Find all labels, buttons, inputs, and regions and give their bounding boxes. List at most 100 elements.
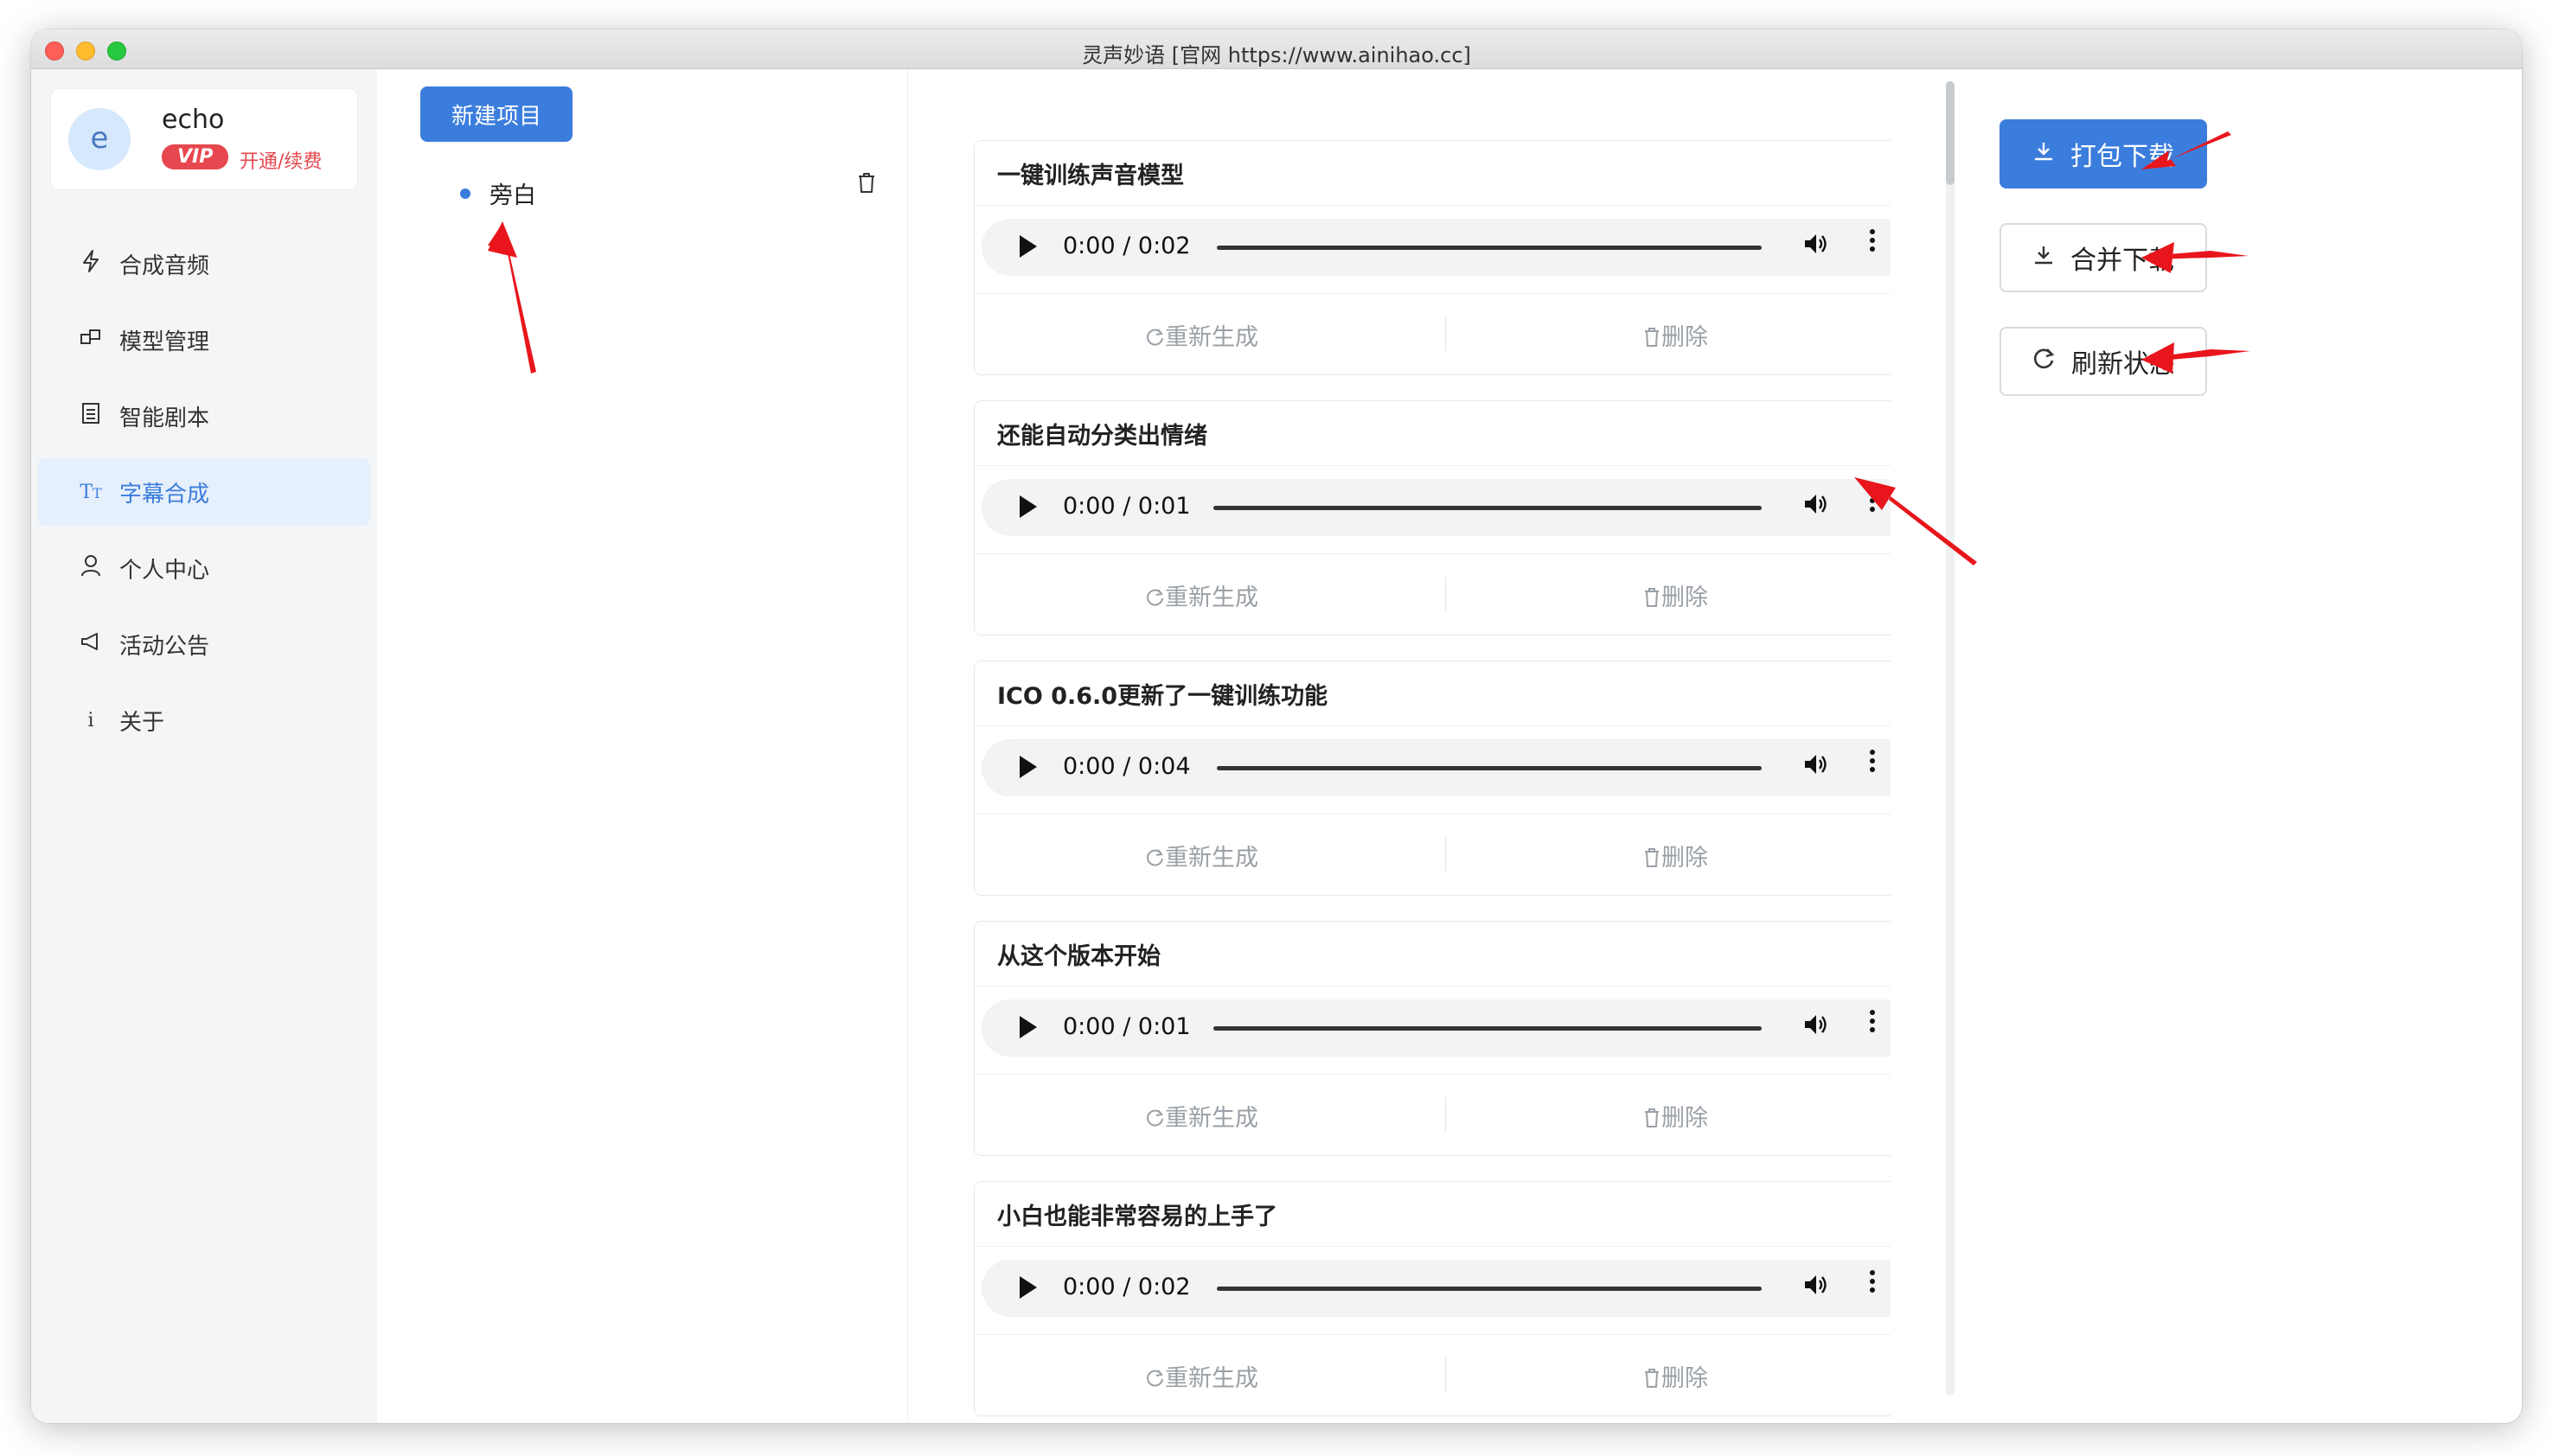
pack-download-button[interactable]: 打包下载	[2000, 119, 2207, 188]
sidebar-item-label: 合成音频	[119, 252, 210, 279]
segment-list: 一键训练声音模型 1 0:00 / 0:02 重新生成 删除 还能自动分类出情绪…	[939, 69, 1891, 1423]
lightning-icon	[78, 250, 104, 278]
sidebar-item-label: 字幕合成	[119, 481, 210, 508]
delete-button[interactable]: 删除	[1642, 1359, 1708, 1393]
project-label: 旁白	[489, 182, 536, 209]
project-dot	[460, 188, 470, 199]
renew-link[interactable]: 开通/续费	[240, 146, 322, 174]
play-icon[interactable]	[1020, 1016, 1037, 1038]
segment-title: 一键训练声音模型	[997, 163, 1184, 189]
regenerate-button[interactable]: 重新生成	[1144, 318, 1258, 352]
segment-actions: 重新生成 删除	[975, 814, 1891, 897]
divider	[975, 725, 1891, 726]
audio-player: 0:00 / 0:02	[982, 1260, 1891, 1317]
user-card[interactable]: e echo VIP 开通/续费	[50, 88, 358, 190]
sidebar-item-announcements[interactable]: 活动公告	[38, 610, 370, 678]
more-options-icon[interactable]	[1869, 748, 1876, 781]
sidebar-item-smart-script[interactable]: 智能剧本	[38, 382, 370, 450]
download-icon	[2032, 140, 2055, 169]
sidebar-item-about[interactable]: i 关于	[38, 686, 370, 754]
divider	[1445, 1097, 1446, 1132]
merge-download-label: 合并下载	[2070, 246, 2174, 276]
divider	[1445, 837, 1446, 872]
merge-download-button[interactable]: 合并下载	[2000, 223, 2207, 292]
audio-time: 0:00 / 0:01	[1063, 1013, 1191, 1040]
vip-badge: VIP	[162, 144, 229, 169]
delete-button[interactable]: 删除	[1642, 839, 1708, 872]
segment-card: 小白也能非常容易的上手了 5 0:00 / 0:02 重新生成 删除	[974, 1181, 1891, 1416]
more-options-icon[interactable]	[1869, 1268, 1876, 1301]
refresh-icon	[1147, 329, 1163, 346]
regenerate-button[interactable]: 重新生成	[1144, 1359, 1258, 1393]
avatar[interactable]: e	[68, 108, 131, 170]
segment-card: 从这个版本开始 4 0:00 / 0:01 重新生成 删除	[974, 921, 1891, 1156]
megaphone-icon	[78, 631, 104, 657]
divider	[975, 465, 1891, 466]
scrollbar-thumb[interactable]	[1946, 81, 1955, 185]
play-icon[interactable]	[1020, 235, 1037, 258]
sidebar-item-synthesize-audio[interactable]: 合成音频	[38, 230, 370, 297]
sidebar-item-label: 个人中心	[119, 557, 210, 584]
audio-player: 0:00 / 0:02	[982, 219, 1891, 276]
segment-actions: 重新生成 删除	[975, 1334, 1891, 1417]
more-options-icon[interactable]	[1869, 488, 1876, 520]
info-icon: i	[87, 709, 94, 731]
play-icon[interactable]	[1020, 1276, 1037, 1299]
audio-time: 0:00 / 0:04	[1063, 753, 1191, 780]
project-panel: 新建项目 旁白	[377, 69, 908, 1423]
volume-icon[interactable]	[1803, 752, 1829, 783]
refresh-icon	[1147, 589, 1163, 606]
segment-actions: 重新生成 删除	[975, 553, 1891, 636]
text-icon: TT	[80, 481, 102, 503]
title-bar: 灵声妙语 [官网 https://www.ainihao.cc]	[31, 29, 2522, 69]
model-icon	[78, 328, 104, 352]
sidebar-item-model-management[interactable]: 模型管理	[38, 306, 370, 374]
trash-icon	[1645, 328, 1659, 347]
trash-icon	[1645, 848, 1659, 867]
download-icon	[2032, 244, 2055, 272]
volume-icon[interactable]	[1803, 492, 1829, 523]
audio-progress-track[interactable]	[1217, 766, 1762, 770]
divider	[975, 1246, 1891, 1247]
volume-icon[interactable]	[1803, 1273, 1829, 1304]
script-icon	[78, 402, 104, 430]
project-item[interactable]: 旁白	[460, 176, 536, 210]
sidebar-item-subtitle-synthesis[interactable]: TT 字幕合成	[38, 458, 370, 526]
delete-button[interactable]: 删除	[1642, 318, 1708, 352]
more-options-icon[interactable]	[1869, 227, 1876, 260]
scrollbar[interactable]	[1946, 81, 1955, 1395]
trash-icon[interactable]	[856, 171, 877, 200]
refresh-status-label: 刷新状态	[2071, 349, 2175, 380]
new-project-button[interactable]: 新建项目	[420, 86, 573, 142]
trash-icon	[1645, 1108, 1659, 1127]
divider	[975, 986, 1891, 987]
audio-player: 0:00 / 0:01	[982, 999, 1891, 1057]
divider	[1445, 577, 1446, 611]
sidebar-item-label: 模型管理	[119, 329, 210, 355]
audio-progress-track[interactable]	[1217, 1287, 1762, 1291]
audio-progress-track[interactable]	[1217, 246, 1762, 250]
segment-card: 一键训练声音模型 1 0:00 / 0:02 重新生成 删除	[974, 140, 1891, 375]
play-icon[interactable]	[1020, 756, 1037, 778]
regenerate-button[interactable]: 重新生成	[1144, 1099, 1258, 1133]
more-options-icon[interactable]	[1869, 1008, 1876, 1041]
delete-button[interactable]: 删除	[1642, 1099, 1708, 1133]
refresh-icon	[1147, 1109, 1163, 1127]
refresh-status-button[interactable]: 刷新状态	[2000, 327, 2207, 396]
audio-time: 0:00 / 0:02	[1063, 1274, 1191, 1300]
sidebar: e echo VIP 开通/续费 合成音频 模型管理 智能剧本 TT 字幕合成 …	[31, 69, 377, 1423]
regenerate-button[interactable]: 重新生成	[1144, 578, 1258, 612]
play-icon[interactable]	[1020, 495, 1037, 518]
audio-progress-track[interactable]	[1213, 1026, 1762, 1031]
volume-icon[interactable]	[1803, 1012, 1829, 1044]
regenerate-button[interactable]: 重新生成	[1144, 839, 1258, 872]
audio-progress-track[interactable]	[1213, 506, 1762, 510]
sidebar-item-personal-center[interactable]: 个人中心	[38, 534, 370, 602]
delete-button[interactable]: 删除	[1642, 578, 1708, 612]
window-title: 灵声妙语 [官网 https://www.ainihao.cc]	[1082, 43, 1471, 67]
user-name: echo	[162, 105, 225, 135]
volume-icon[interactable]	[1803, 232, 1829, 263]
segment-actions: 重新生成 删除	[975, 293, 1891, 376]
sidebar-nav: 合成音频 模型管理 智能剧本 TT 字幕合成 个人中心 活动公告 i 关于	[38, 230, 370, 763]
segment-title: 还能自动分类出情绪	[997, 423, 1207, 450]
